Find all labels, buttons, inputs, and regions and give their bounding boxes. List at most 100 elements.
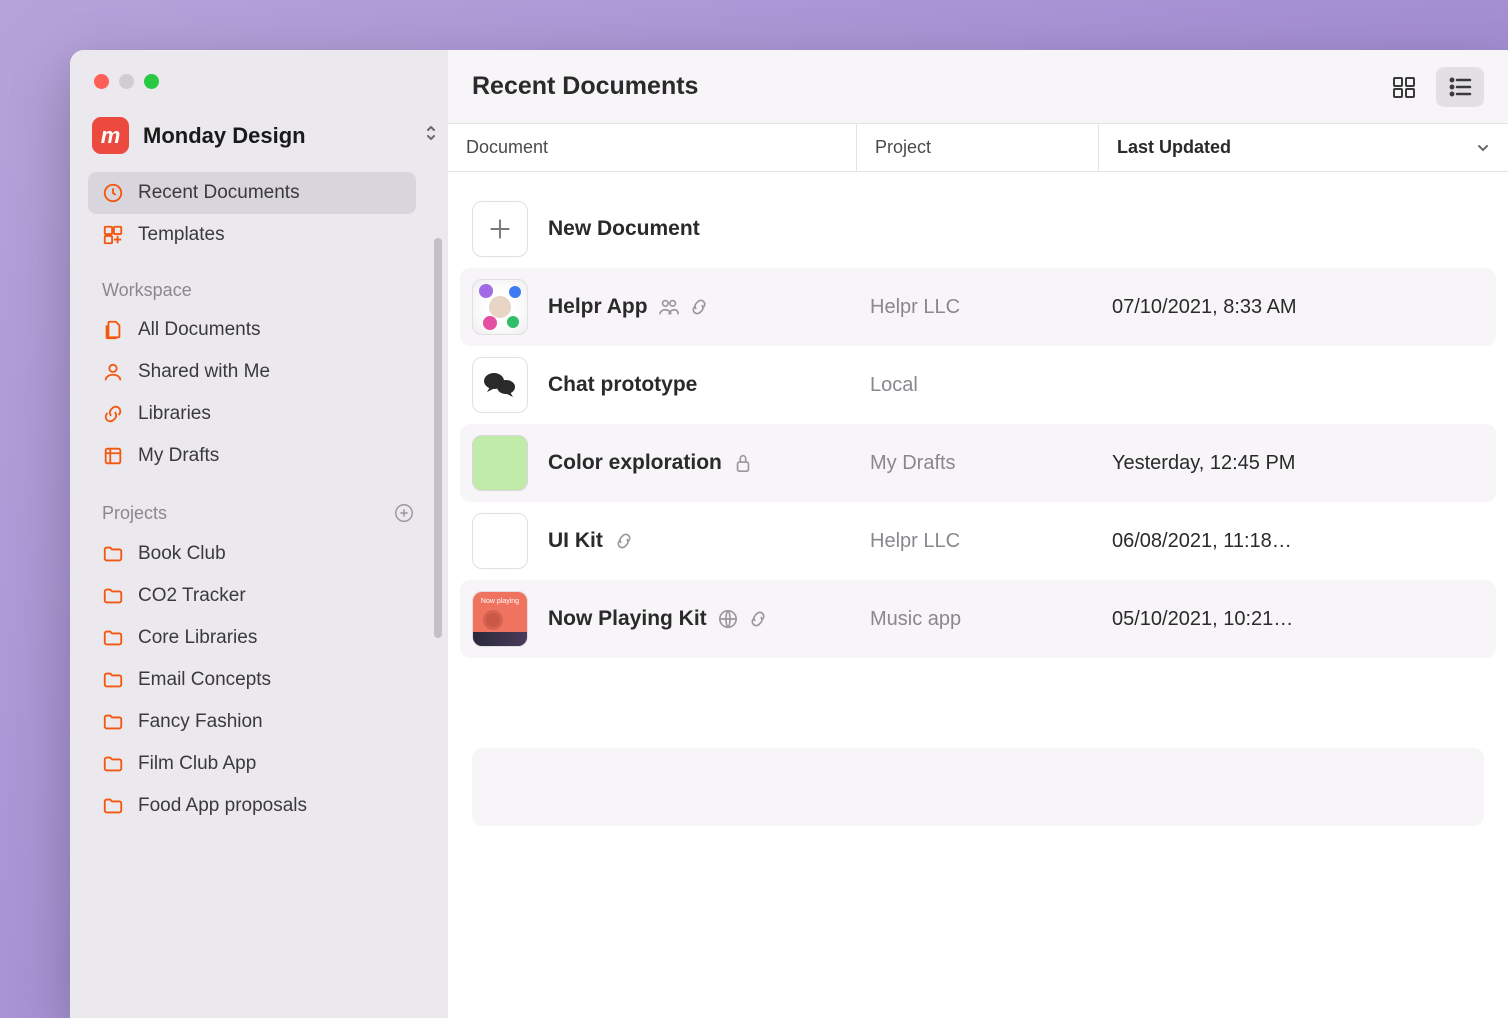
document-updated: 06/08/2021, 11:18… — [1104, 530, 1484, 553]
minimize-window-button[interactable] — [119, 74, 134, 89]
project-food-app-proposals[interactable]: Food App proposals — [88, 785, 416, 827]
team-switcher[interactable]: m Monday Design — [88, 111, 448, 160]
team-name: Monday Design — [143, 123, 410, 149]
nav-templates[interactable]: Templates — [88, 214, 416, 256]
nav-item-label: My Drafts — [138, 445, 219, 467]
folder-icon — [102, 585, 124, 607]
folder-icon — [102, 543, 124, 565]
document-project: My Drafts — [862, 452, 1104, 475]
document-updated: Yesterday, 12:45 PM — [1104, 452, 1484, 475]
sidebar: m Monday Design Recent Documents — [70, 50, 448, 1018]
document-project: Helpr LLC — [862, 296, 1104, 319]
nav-item-label: CO2 Tracker — [138, 585, 246, 607]
footer-bar — [472, 748, 1484, 826]
column-headers: Document Project Last Updated — [448, 124, 1508, 172]
main-content: Recent Documents Document Project Last U… — [448, 50, 1508, 1018]
documents-icon — [102, 319, 124, 341]
section-title: Projects — [102, 503, 167, 524]
nav-item-label: Core Libraries — [138, 627, 257, 649]
document-row[interactable]: Chat prototype Local — [460, 346, 1496, 424]
document-name: Now Playing Kit — [548, 607, 707, 631]
view-toggle — [1380, 67, 1484, 107]
document-row[interactable]: Color exploration My Drafts Yesterday, 1… — [460, 424, 1496, 502]
document-project: Helpr LLC — [862, 530, 1104, 553]
document-name: UI Kit — [548, 529, 603, 553]
drafts-icon — [102, 445, 124, 467]
document-project: Music app — [862, 608, 1104, 631]
workspace-section-header: Workspace — [88, 256, 448, 309]
titlebar: Recent Documents — [448, 50, 1508, 124]
app-window: m Monday Design Recent Documents — [70, 50, 1508, 1018]
nav-libraries[interactable]: Libraries — [88, 393, 416, 435]
document-thumbnail — [472, 357, 528, 413]
nav-item-label: Recent Documents — [138, 182, 300, 204]
document-list: New Document Helpr App Helpr LLC 07/10/2… — [448, 172, 1508, 826]
nav-item-label: Food App proposals — [138, 795, 307, 817]
close-window-button[interactable] — [94, 74, 109, 89]
column-label: Last Updated — [1117, 137, 1231, 158]
document-thumbnail — [472, 279, 528, 335]
project-core-libraries[interactable]: Core Libraries — [88, 617, 416, 659]
lock-icon — [732, 453, 754, 473]
list-view-button[interactable] — [1436, 67, 1484, 107]
new-document-label: New Document — [548, 217, 700, 241]
page-title: Recent Documents — [472, 72, 1380, 101]
new-document-row[interactable]: New Document — [460, 190, 1496, 268]
folder-icon — [102, 795, 124, 817]
nav-workspace: All Documents Shared with Me Libraries — [88, 309, 448, 477]
sidebar-scrollbar[interactable] — [434, 238, 442, 638]
nav-item-label: Film Club App — [138, 753, 256, 775]
nav-projects: Book Club CO2 Tracker Core Libraries Ema… — [88, 533, 448, 827]
linked-icon — [688, 297, 710, 317]
project-email-concepts[interactable]: Email Concepts — [88, 659, 416, 701]
column-document[interactable]: Document — [448, 137, 856, 158]
folder-icon — [102, 627, 124, 649]
document-updated: 05/10/2021, 10:21… — [1104, 608, 1484, 631]
folder-icon — [102, 711, 124, 733]
document-row[interactable]: UI Kit Helpr LLC 06/08/2021, 11:18… — [460, 502, 1496, 580]
link-icon — [102, 403, 124, 425]
nav-item-label: Shared with Me — [138, 361, 270, 383]
document-project: Local — [862, 374, 1104, 397]
project-film-club-app[interactable]: Film Club App — [88, 743, 416, 785]
chevron-down-icon — [1476, 141, 1490, 155]
nav-primary: Recent Documents Templates — [88, 172, 448, 256]
project-co2-tracker[interactable]: CO2 Tracker — [88, 575, 416, 617]
project-book-club[interactable]: Book Club — [88, 533, 416, 575]
nav-shared-with-me[interactable]: Shared with Me — [88, 351, 416, 393]
nav-item-label: Fancy Fashion — [138, 711, 263, 733]
shared-icon — [658, 297, 680, 317]
folder-icon — [102, 669, 124, 691]
document-name: Color exploration — [548, 451, 722, 475]
grid-view-button[interactable] — [1380, 67, 1428, 107]
person-icon — [102, 361, 124, 383]
document-name: Helpr App — [548, 295, 648, 319]
column-last-updated[interactable]: Last Updated — [1098, 124, 1508, 171]
linked-icon — [613, 531, 635, 551]
nav-item-label: Book Club — [138, 543, 226, 565]
templates-icon — [102, 224, 124, 246]
nav-item-label: Templates — [138, 224, 225, 246]
nav-all-documents[interactable]: All Documents — [88, 309, 416, 351]
section-title: Workspace — [102, 280, 192, 301]
project-fancy-fashion[interactable]: Fancy Fashion — [88, 701, 416, 743]
maximize-window-button[interactable] — [144, 74, 159, 89]
chevron-updown-icon — [424, 124, 438, 147]
nav-my-drafts[interactable]: My Drafts — [88, 435, 416, 477]
document-row[interactable]: Helpr App Helpr LLC 07/10/2021, 8:33 AM — [460, 268, 1496, 346]
document-row[interactable]: Now playing Now Playing Kit Music app 05… — [460, 580, 1496, 658]
document-thumbnail — [472, 513, 528, 569]
add-project-button[interactable] — [392, 501, 416, 525]
nav-recent-documents[interactable]: Recent Documents — [88, 172, 416, 214]
window-controls — [88, 68, 448, 111]
folder-icon — [102, 753, 124, 775]
clock-icon — [102, 182, 124, 204]
nav-item-label: Libraries — [138, 403, 211, 425]
document-updated: 07/10/2021, 8:33 AM — [1104, 296, 1484, 319]
nav-item-label: All Documents — [138, 319, 261, 341]
document-thumbnail: Now playing — [472, 591, 528, 647]
column-project[interactable]: Project — [856, 124, 1098, 171]
team-logo: m — [92, 117, 129, 154]
document-thumbnail — [472, 435, 528, 491]
linked-icon — [747, 609, 769, 629]
